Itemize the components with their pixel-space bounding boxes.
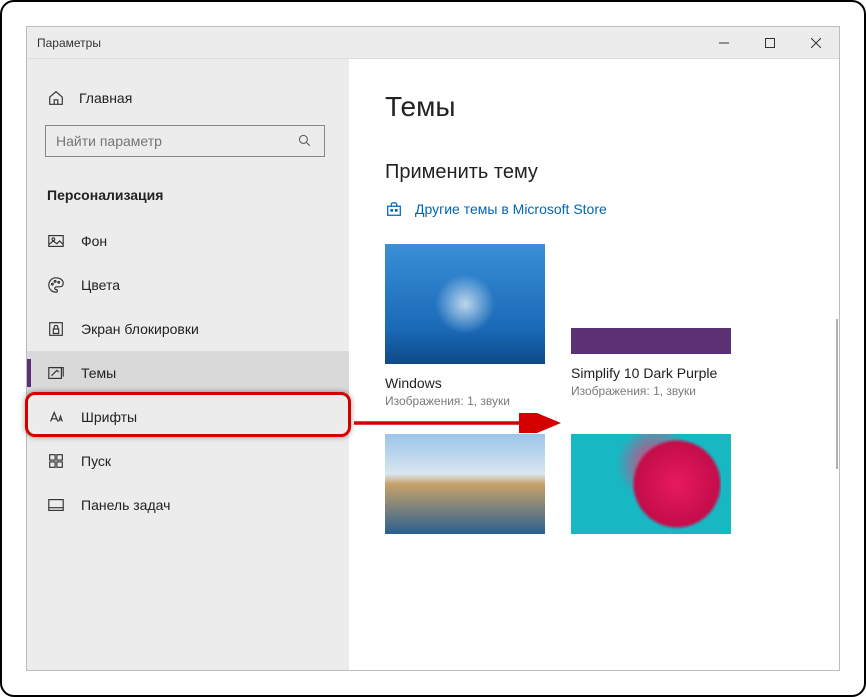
window-title: Параметры (27, 36, 701, 50)
theme-thumbnail (385, 434, 545, 534)
theme-meta: Изображения: 1, звуки (385, 394, 545, 408)
main-content: Темы Применить тему Другие темы в Micros… (349, 59, 839, 670)
sidebar: Главная Персонализация Фон (27, 59, 349, 670)
search-input[interactable] (45, 125, 325, 157)
sidebar-item-background[interactable]: Фон (27, 219, 349, 263)
picture-icon (47, 232, 65, 250)
lockscreen-icon (47, 320, 65, 338)
nav-label: Пуск (81, 453, 111, 469)
minimize-button[interactable] (701, 27, 747, 59)
nav-label: Шрифты (81, 409, 137, 425)
apply-theme-header: Применить тему (385, 161, 803, 184)
titlebar: Параметры (27, 27, 839, 59)
page-title: Темы (385, 91, 803, 123)
nav-label: Экран блокировки (81, 321, 199, 337)
home-icon (47, 89, 65, 107)
theme-thumbnail (385, 244, 545, 364)
sidebar-home[interactable]: Главная (27, 81, 349, 115)
themes-icon (47, 364, 65, 382)
nav-label: Панель задач (81, 497, 170, 513)
theme-grid: Windows Изображения: 1, звуки Simplify 1… (385, 244, 803, 544)
theme-thumbnail (571, 434, 731, 534)
theme-card[interactable] (385, 434, 545, 544)
search-icon (296, 132, 314, 150)
sidebar-home-label: Главная (79, 90, 132, 106)
settings-window: Параметры Главная (26, 26, 840, 671)
sidebar-item-lockscreen[interactable]: Экран блокировки (27, 307, 349, 351)
sidebar-item-start[interactable]: Пуск (27, 439, 349, 483)
store-link-label: Другие темы в Microsoft Store (415, 201, 607, 217)
store-link[interactable]: Другие темы в Microsoft Store (385, 200, 803, 218)
taskbar-icon (47, 496, 65, 514)
scrollbar[interactable] (836, 319, 838, 469)
search-field[interactable] (56, 133, 296, 149)
sidebar-item-fonts[interactable]: Шрифты (27, 395, 349, 439)
sidebar-section-title: Персонализация (27, 175, 349, 219)
sidebar-item-themes[interactable]: Темы (27, 351, 349, 395)
theme-name: Simplify 10 Dark Purple (571, 364, 731, 382)
start-icon (47, 452, 65, 470)
theme-meta: Изображения: 1, звуки (571, 384, 731, 398)
nav-label: Цвета (81, 277, 120, 293)
nav-label: Темы (81, 365, 116, 381)
sidebar-item-taskbar[interactable]: Панель задач (27, 483, 349, 527)
theme-card-windows[interactable]: Windows Изображения: 1, звуки (385, 244, 545, 408)
theme-card[interactable] (571, 434, 731, 544)
theme-name: Windows (385, 374, 545, 392)
close-button[interactable] (793, 27, 839, 59)
fonts-icon (47, 408, 65, 426)
maximize-button[interactable] (747, 27, 793, 59)
palette-icon (47, 276, 65, 294)
nav-label: Фон (81, 233, 107, 249)
store-icon (385, 200, 403, 218)
sidebar-item-colors[interactable]: Цвета (27, 263, 349, 307)
theme-thumbnail (571, 328, 731, 354)
theme-card-simplify[interactable]: Simplify 10 Dark Purple Изображения: 1, … (571, 244, 731, 408)
